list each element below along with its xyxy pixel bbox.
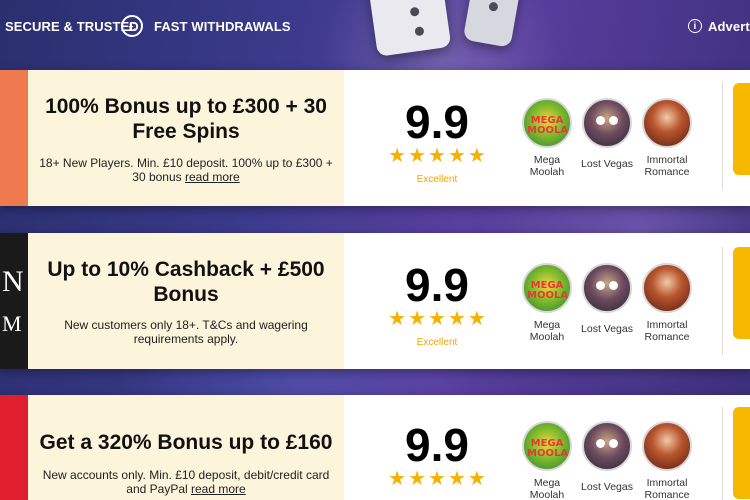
read-more-link[interactable]: read more <box>191 482 246 496</box>
game-name: Immortal Romance <box>644 477 690 500</box>
star-icon: ★ <box>408 468 427 490</box>
top-bar: SECURE & TRUSTED £ FAST WITHDRAWALS i Ad… <box>0 0 750 52</box>
divider <box>722 247 723 355</box>
star-icon: ★ <box>447 308 466 330</box>
lost-vegas-thumbnail[interactable] <box>582 421 632 471</box>
bonus-title: Get a 320% Bonus up to £160 <box>39 431 333 454</box>
star-icon: ★ <box>388 468 407 490</box>
read-more-link[interactable]: read more <box>185 170 240 184</box>
star-icon: ★ <box>447 468 466 490</box>
star-icon: ★ <box>388 308 407 330</box>
advertising-label[interactable]: Advertis <box>708 19 750 34</box>
offer-card[interactable]: N M Up to 10% Cashback + £500 Bonus New … <box>0 233 750 369</box>
star-rating: ★ ★ ★ ★ ★ <box>384 469 490 489</box>
casino-logo[interactable]: N M <box>0 233 28 369</box>
bonus-box: 100% Bonus up to £300 + 30 Free Spins 18… <box>28 70 344 206</box>
game-lost-vegas[interactable]: Lost Vegas <box>578 98 636 170</box>
play-button[interactable] <box>733 407 750 499</box>
featured-games: MEGA MOOLA Mega Moolah Lost Vegas Immorta… <box>518 421 698 500</box>
star-icon: ★ <box>408 145 427 167</box>
game-mega-moolah[interactable]: MEGA MOOLA Mega Moolah <box>518 263 576 343</box>
logo-letter: N <box>2 265 24 298</box>
game-name: Lost Vegas <box>581 158 633 170</box>
star-icon: ★ <box>428 145 446 167</box>
game-name: Immortal Romance <box>644 319 690 343</box>
game-name: Mega Moolah <box>529 477 565 500</box>
fast-withdrawals-label: FAST WITHDRAWALS <box>154 18 291 34</box>
game-immortal-romance[interactable]: Immortal Romance <box>638 263 696 343</box>
game-name: Mega Moolah <box>529 154 565 178</box>
play-button[interactable] <box>733 247 750 339</box>
rating-label: Excellent <box>416 337 458 348</box>
advertising-disclosure[interactable]: i Advertis <box>688 0 750 52</box>
pound-icon: £ <box>121 15 143 37</box>
secure-badge: SECURE & TRUSTED <box>5 0 139 52</box>
rating: 9.9 ★ ★ ★ ★ ★ <box>384 421 490 489</box>
lost-vegas-thumbnail[interactable] <box>582 263 632 313</box>
info-icon: i <box>688 19 702 33</box>
logo-letter: M <box>2 311 22 336</box>
game-name: Immortal Romance <box>644 154 690 178</box>
bonus-terms: New accounts only. Min. £10 deposit, deb… <box>28 468 344 496</box>
star-icon: ★ <box>467 308 486 330</box>
star-icon: ★ <box>388 145 407 167</box>
featured-games: MEGA MOOLA Mega Moolah Lost Vegas Immorta… <box>518 263 698 363</box>
game-mega-moolah[interactable]: MEGA MOOLA Mega Moolah <box>518 421 576 500</box>
fast-withdrawals-badge: £ FAST WITHDRAWALS <box>121 0 291 52</box>
game-name: Lost Vegas <box>581 481 633 493</box>
rating-score: 9.9 <box>405 419 469 471</box>
star-icon: ★ <box>467 468 486 490</box>
terms-text: New accounts only. Min. £10 deposit, deb… <box>42 468 330 496</box>
offer-card[interactable]: Get a 320% Bonus up to £160 New accounts… <box>0 395 750 500</box>
rating-score: 9.9 <box>405 96 469 148</box>
bonus-box: Get a 320% Bonus up to £160 New accounts… <box>28 395 344 500</box>
bonus-title: Up to 10% Cashback + £500 Bonus <box>47 258 325 306</box>
casino-logo[interactable] <box>0 70 28 206</box>
immortal-romance-thumbnail[interactable] <box>642 263 692 313</box>
immortal-romance-thumbnail[interactable] <box>642 421 692 471</box>
mega-moolah-thumbnail[interactable]: MEGA MOOLA <box>522 98 572 148</box>
star-rating: ★ ★ ★ ★ ★ <box>384 146 490 166</box>
game-lost-vegas[interactable]: Lost Vegas <box>578 263 636 335</box>
game-name: Lost Vegas <box>581 323 633 335</box>
star-icon: ★ <box>428 308 446 330</box>
offer-card[interactable]: 100% Bonus up to £300 + 30 Free Spins 18… <box>0 70 750 206</box>
game-lost-vegas[interactable]: Lost Vegas <box>578 421 636 493</box>
bonus-title: 100% Bonus up to £300 + 30 Free Spins <box>45 95 327 143</box>
mega-moolah-thumbnail[interactable]: MEGA MOOLA <box>522 421 572 471</box>
rating-score: 9.9 <box>405 259 469 311</box>
bonus-terms: New customers only 18+. T&Cs and wagerin… <box>64 318 308 346</box>
game-immortal-romance[interactable]: Immortal Romance <box>638 421 696 500</box>
rating-label: Excellent <box>416 174 458 185</box>
immortal-romance-thumbnail[interactable] <box>642 98 692 148</box>
mega-moolah-thumbnail[interactable]: MEGA MOOLA <box>522 263 572 313</box>
lost-vegas-thumbnail[interactable] <box>582 98 632 148</box>
star-icon: ★ <box>408 308 427 330</box>
star-icon: ★ <box>428 468 446 490</box>
game-mega-moolah[interactable]: MEGA MOOLA Mega Moolah <box>518 98 576 178</box>
secure-label: SECURE & TRUSTED <box>5 18 139 34</box>
rating: 9.9 ★ ★ ★ ★ ★ Excellent <box>384 98 490 185</box>
rating: 9.9 ★ ★ ★ ★ ★ Excellent <box>384 261 490 348</box>
star-rating: ★ ★ ★ ★ ★ <box>384 309 490 329</box>
divider <box>722 407 723 500</box>
bonus-box: Up to 10% Cashback + £500 Bonus New cust… <box>28 233 344 369</box>
star-icon: ★ <box>467 145 486 167</box>
play-button[interactable] <box>733 83 750 175</box>
game-name: Mega Moolah <box>529 319 565 343</box>
divider <box>722 82 723 190</box>
featured-games: MEGA MOOLA Mega Moolah Lost Vegas Immorta… <box>518 98 698 198</box>
star-icon: ★ <box>447 145 466 167</box>
bonus-terms: 18+ New Players. Min. £10 deposit. 100% … <box>28 156 344 184</box>
casino-logo[interactable] <box>0 395 28 500</box>
game-immortal-romance[interactable]: Immortal Romance <box>638 98 696 178</box>
